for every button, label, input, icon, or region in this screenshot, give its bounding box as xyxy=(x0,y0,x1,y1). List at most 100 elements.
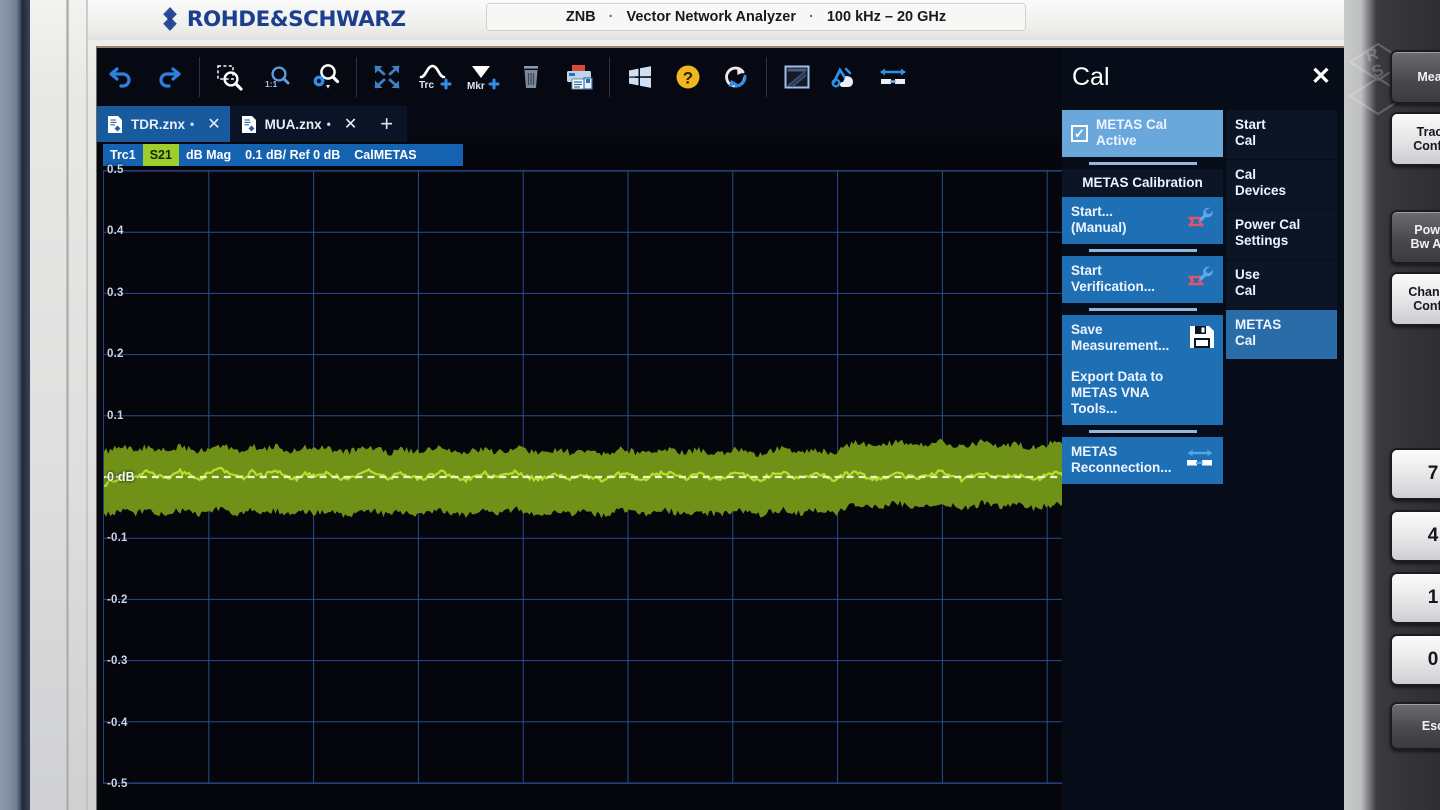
brand-wordmark: ROHDE&SCHWARZ xyxy=(187,7,406,31)
cal-panel-header: Cal ✕ xyxy=(1062,48,1344,106)
toolbar-group-system: ? xyxy=(616,54,760,100)
cal-softkey-save-measurement[interactable]: Save Measurement... xyxy=(1062,315,1223,362)
y-axis-tick-label: 0.4 xyxy=(107,225,124,237)
cal-wrench-icon xyxy=(1186,206,1216,236)
tab-modified-dot: • xyxy=(190,117,194,131)
hw-key-esc[interactable]: Esc xyxy=(1390,702,1440,750)
softkey-label: Save Measurement... xyxy=(1071,322,1169,354)
tab-label: TDR.znx xyxy=(131,117,185,132)
y-axis-tick-label: 0.1 xyxy=(107,410,124,422)
hw-key-power-bw-avg[interactable]: Power Bw Avg xyxy=(1390,210,1440,264)
toolbar-group-display xyxy=(773,54,917,100)
y-axis-tick-label: 0.3 xyxy=(107,287,124,299)
hw-key-0[interactable]: 0 xyxy=(1390,634,1440,686)
cal-softkey-start-verification[interactable]: Start Verification... xyxy=(1062,256,1223,303)
cal-wrench-icon xyxy=(1186,265,1216,295)
cal-menu-metas-cal[interactable]: METAS Cal xyxy=(1226,310,1337,360)
y-axis-tick-label: -0.3 xyxy=(107,655,128,667)
cal-softkey-columns: ✓ METAS Cal Active METAS CalibrationStart.… xyxy=(1062,110,1344,484)
softkey-label: METAS Cal xyxy=(1235,317,1281,349)
print-icon[interactable] xyxy=(555,54,603,100)
toolbar-separator-1 xyxy=(199,57,200,97)
hw-key-meas[interactable]: Meas xyxy=(1390,50,1440,104)
refresh-icon[interactable] xyxy=(712,54,760,100)
softkey-label: Use Cal xyxy=(1235,267,1260,299)
cal-softkey-start-manual[interactable]: Start... (Manual) xyxy=(1062,197,1223,244)
close-icon[interactable]: ✕ xyxy=(1311,65,1331,89)
trace-info-bar[interactable]: Trc1 S21 dB Mag 0.1 dB/ Ref 0 dB CalMETA… xyxy=(103,144,463,166)
toolbar-separator-2 xyxy=(356,57,357,97)
hw-key-4[interactable]: 4 xyxy=(1390,510,1440,562)
tab-label: MUA.znx xyxy=(265,117,322,132)
close-icon[interactable]: ✕ xyxy=(207,114,220,134)
y-axis-tick-label: -0.5 xyxy=(107,778,128,790)
hw-key-channel-config[interactable]: Channel Config xyxy=(1390,272,1440,326)
bezel-seam xyxy=(66,0,69,810)
cal-softkey-column-left: ✓ METAS Cal Active METAS CalibrationStart.… xyxy=(1062,110,1223,484)
display-config-icon[interactable] xyxy=(773,54,821,100)
plot-canvas[interactable] xyxy=(103,170,1153,784)
y-axis-tick-label: 0 dB xyxy=(107,470,135,484)
chart-area[interactable]: 0.50.40.30.20.10 dB-0.1-0.2-0.3-0.4-0.5 xyxy=(103,170,1153,810)
floppy-save-icon xyxy=(1188,324,1216,354)
softkey-divider xyxy=(1062,303,1223,315)
softkey-divider xyxy=(1062,425,1223,437)
tab-modified-dot: • xyxy=(327,117,331,131)
toolbar-group-undo xyxy=(97,54,193,100)
svg-text:?: ? xyxy=(683,69,693,88)
title-separator-2: · xyxy=(809,9,814,25)
tab-tdr-znx[interactable]: TDR.znx • ✕ xyxy=(97,106,231,142)
toolbar-group-zoom: 1:1 xyxy=(206,54,350,100)
metas-cal-active-checkbox[interactable]: ✓ xyxy=(1071,125,1088,142)
svg-text:1:1: 1:1 xyxy=(265,79,278,89)
redo-icon[interactable] xyxy=(145,54,193,100)
y-axis-tick-label: -0.2 xyxy=(107,594,128,606)
help-icon[interactable]: ? xyxy=(664,54,712,100)
document-tabbar: TDR.znx • ✕ MUA.znx • ✕ + xyxy=(97,106,1062,142)
fit-all-icon[interactable] xyxy=(363,54,411,100)
add-trace-icon[interactable]: Trc xyxy=(411,54,459,100)
add-marker-icon[interactable]: Mkr xyxy=(459,54,507,100)
zoom-settings-icon[interactable] xyxy=(302,54,350,100)
cal-softkey-export-data-to-metas-vna-tools[interactable]: Export Data to METAS VNA Tools... xyxy=(1062,362,1223,425)
windows-icon[interactable] xyxy=(616,54,664,100)
cal-softkey-metas-reconnection[interactable]: METAS Reconnection... xyxy=(1062,437,1223,484)
product-name: Vector Network Analyzer xyxy=(627,9,797,25)
softkey-label: Export Data to METAS VNA Tools... xyxy=(1071,369,1193,417)
trace-format: dB Mag xyxy=(179,148,238,162)
softkey-label: Power Cal Settings xyxy=(1235,217,1300,249)
hw-key-1[interactable]: 1 xyxy=(1390,572,1440,624)
document-icon xyxy=(241,115,258,134)
delete-icon[interactable] xyxy=(507,54,555,100)
cal-menu-cal-devices[interactable]: Cal Devices xyxy=(1226,160,1337,210)
brand-logo: ROHDE&SCHWARZ xyxy=(158,2,403,36)
cal-menu-power-cal-settings[interactable]: Power Cal Settings xyxy=(1226,210,1337,260)
cal-menu-use-cal[interactable]: Use Cal xyxy=(1226,260,1337,310)
chassis-left-shadow xyxy=(22,0,30,810)
zoom-select-icon[interactable] xyxy=(206,54,254,100)
cal-menu-start-cal[interactable]: Start Cal xyxy=(1226,110,1337,160)
cal-softkey-metas-calibration: METAS Calibration xyxy=(1062,169,1223,197)
hw-key-7[interactable]: 7 xyxy=(1390,448,1440,500)
y-axis-tick-label: -0.4 xyxy=(107,717,128,729)
tab-mua-znx[interactable]: MUA.znx • ✕ xyxy=(231,106,368,142)
softkey-label: METAS Cal Active xyxy=(1096,117,1167,149)
cal-softkey-metas-cal-active[interactable]: ✓ METAS Cal Active xyxy=(1062,110,1223,157)
zoom-1to1-icon[interactable]: 1:1 xyxy=(254,54,302,100)
close-icon[interactable]: ✕ xyxy=(344,114,357,134)
add-tab-button[interactable]: + xyxy=(367,106,407,142)
trace-scale: 0.1 dB/ Ref 0 dB xyxy=(238,148,347,162)
title-separator-1: · xyxy=(609,9,614,25)
undo-icon[interactable] xyxy=(97,54,145,100)
product-title-bar: ZNB · Vector Network Analyzer · 100 kHz … xyxy=(486,3,1026,31)
cal-panel-title: Cal xyxy=(1072,63,1110,92)
softkey-label: Start Cal xyxy=(1235,117,1266,149)
toolbar: 1:1 xyxy=(97,48,1062,106)
cal-softkey-column-right: Start Cal Cal Devices Power Cal Settings Us… xyxy=(1226,110,1337,484)
y-axis-tick-label: 0.5 xyxy=(107,164,124,176)
toolbar-group-trace: Trc Mkr xyxy=(363,54,603,100)
hw-key-trace-config[interactable]: Trace Config xyxy=(1390,112,1440,166)
reconnection-icon[interactable] xyxy=(869,54,917,100)
cal-wizard-icon[interactable] xyxy=(821,54,869,100)
chassis-left-edge xyxy=(0,0,22,810)
